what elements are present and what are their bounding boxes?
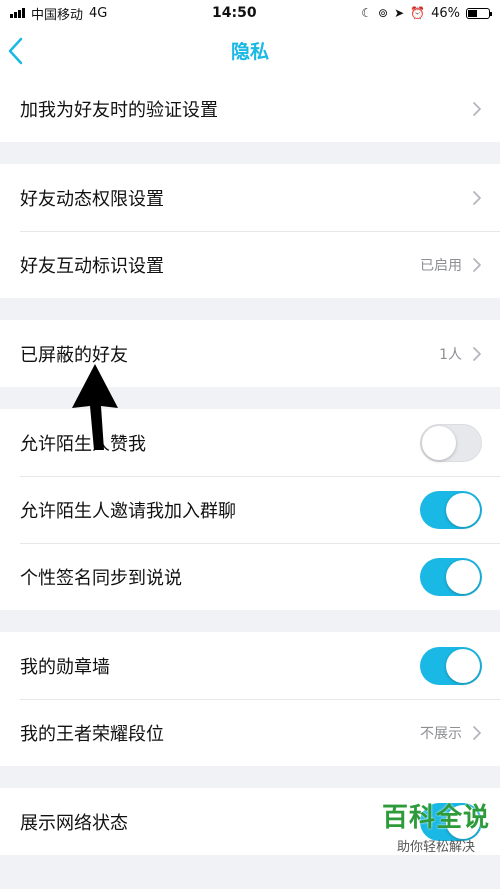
moon-icon: ☾: [361, 6, 372, 20]
toggle-knob: [446, 648, 480, 683]
battery-percent: 46%: [431, 5, 460, 21]
section-gap: [0, 298, 500, 320]
alarm-icon: ⏰: [410, 6, 426, 20]
settings-toggle-row[interactable]: 允许陌生人邀请我加入群聊: [0, 476, 500, 543]
section-gap: [0, 610, 500, 632]
toggle-knob: [446, 559, 480, 594]
watermark-subtitle: 助你轻松解决: [396, 840, 475, 855]
nav-bar: 隐私: [0, 26, 500, 75]
settings-row-accessory: 不展示: [420, 723, 482, 743]
settings-row-value: 1人: [439, 346, 462, 363]
settings-list: 加我为好友时的验证设置 好友动态权限设置 好友互动标识设置 已启用 已屏蔽的好友 1人 允许…: [0, 75, 500, 855]
page-title: 隐私: [230, 41, 269, 63]
toggle-knob: [446, 492, 480, 527]
chevron-right-icon: [473, 101, 481, 116]
chevron-right-icon: [473, 190, 481, 205]
settings-toggle-row[interactable]: 我的勋章墙: [0, 632, 500, 699]
settings-row-label: 我的王者荣耀段位: [20, 723, 164, 745]
settings-row-accessory: [420, 490, 482, 529]
watermark: 百科全说 助你轻松解决: [382, 797, 490, 855]
settings-row-accessory: [420, 557, 482, 596]
settings-row-accessory: [420, 646, 482, 685]
settings-row-accessory: [472, 190, 482, 206]
section-gap: [0, 142, 500, 164]
settings-row-label: 好友动态权限设置: [20, 188, 164, 210]
status-bar: 中国移动 4G 14:50 ☾ ⊚ ➤ ⏰ 46%: [0, 0, 500, 26]
toggle-switch[interactable]: [420, 646, 482, 685]
toggle-knob: [422, 425, 456, 460]
settings-group: 我的勋章墙我的王者荣耀段位 不展示: [0, 632, 500, 766]
chevron-right-icon: [473, 257, 481, 272]
network-label: 4G: [89, 5, 108, 21]
location-icon: ➤: [394, 6, 405, 20]
settings-toggle-row[interactable]: 个性签名同步到说说: [0, 543, 500, 610]
toggle-switch[interactable]: [420, 423, 482, 462]
section-gap: [0, 766, 500, 788]
chevron-right-icon: [473, 725, 481, 740]
settings-row-label: 我的勋章墙: [20, 656, 110, 678]
toggle-switch[interactable]: [420, 557, 482, 596]
settings-row-value: 已启用: [420, 257, 462, 274]
status-right: ☾ ⊚ ➤ ⏰ 46%: [361, 5, 492, 21]
settings-row-label: 允许陌生人邀请我加入群聊: [20, 500, 236, 522]
settings-link-row[interactable]: 加我为好友时的验证设置: [0, 75, 500, 142]
settings-group: 加我为好友时的验证设置: [0, 75, 500, 142]
settings-link-row[interactable]: 好友动态权限设置: [0, 164, 500, 231]
carrier-label: 中国移动: [31, 7, 84, 23]
settings-link-row[interactable]: 我的王者荣耀段位 不展示: [0, 699, 500, 766]
settings-link-row[interactable]: 好友互动标识设置 已启用: [0, 231, 500, 298]
rotation-lock-icon: ⊚: [378, 6, 389, 20]
chevron-left-icon[interactable]: [6, 36, 26, 66]
toggle-switch[interactable]: [420, 490, 482, 529]
chevron-right-icon: [473, 346, 481, 361]
status-time: 14:50: [212, 5, 257, 21]
settings-row-accessory: [472, 101, 482, 117]
settings-row-accessory: 1人: [439, 344, 482, 364]
signal-icon: [10, 8, 25, 18]
settings-row-accessory: [420, 423, 482, 462]
settings-row-label: 好友互动标识设置: [20, 255, 164, 277]
settings-row-accessory: 已启用: [420, 255, 482, 275]
settings-row-label: 展示网络状态: [20, 812, 128, 834]
status-left: 中国移动 4G: [10, 4, 107, 23]
watermark-title: 百科全说: [381, 803, 490, 833]
settings-row-label: 个性签名同步到说说: [20, 567, 182, 589]
battery-fill: [467, 9, 478, 17]
settings-row-label: 加我为好友时的验证设置: [20, 99, 218, 121]
annotation-arrow-icon: [72, 364, 118, 450]
settings-row-value: 不展示: [420, 725, 462, 742]
battery-icon: [465, 7, 492, 19]
settings-group: 好友动态权限设置 好友互动标识设置 已启用: [0, 164, 500, 298]
